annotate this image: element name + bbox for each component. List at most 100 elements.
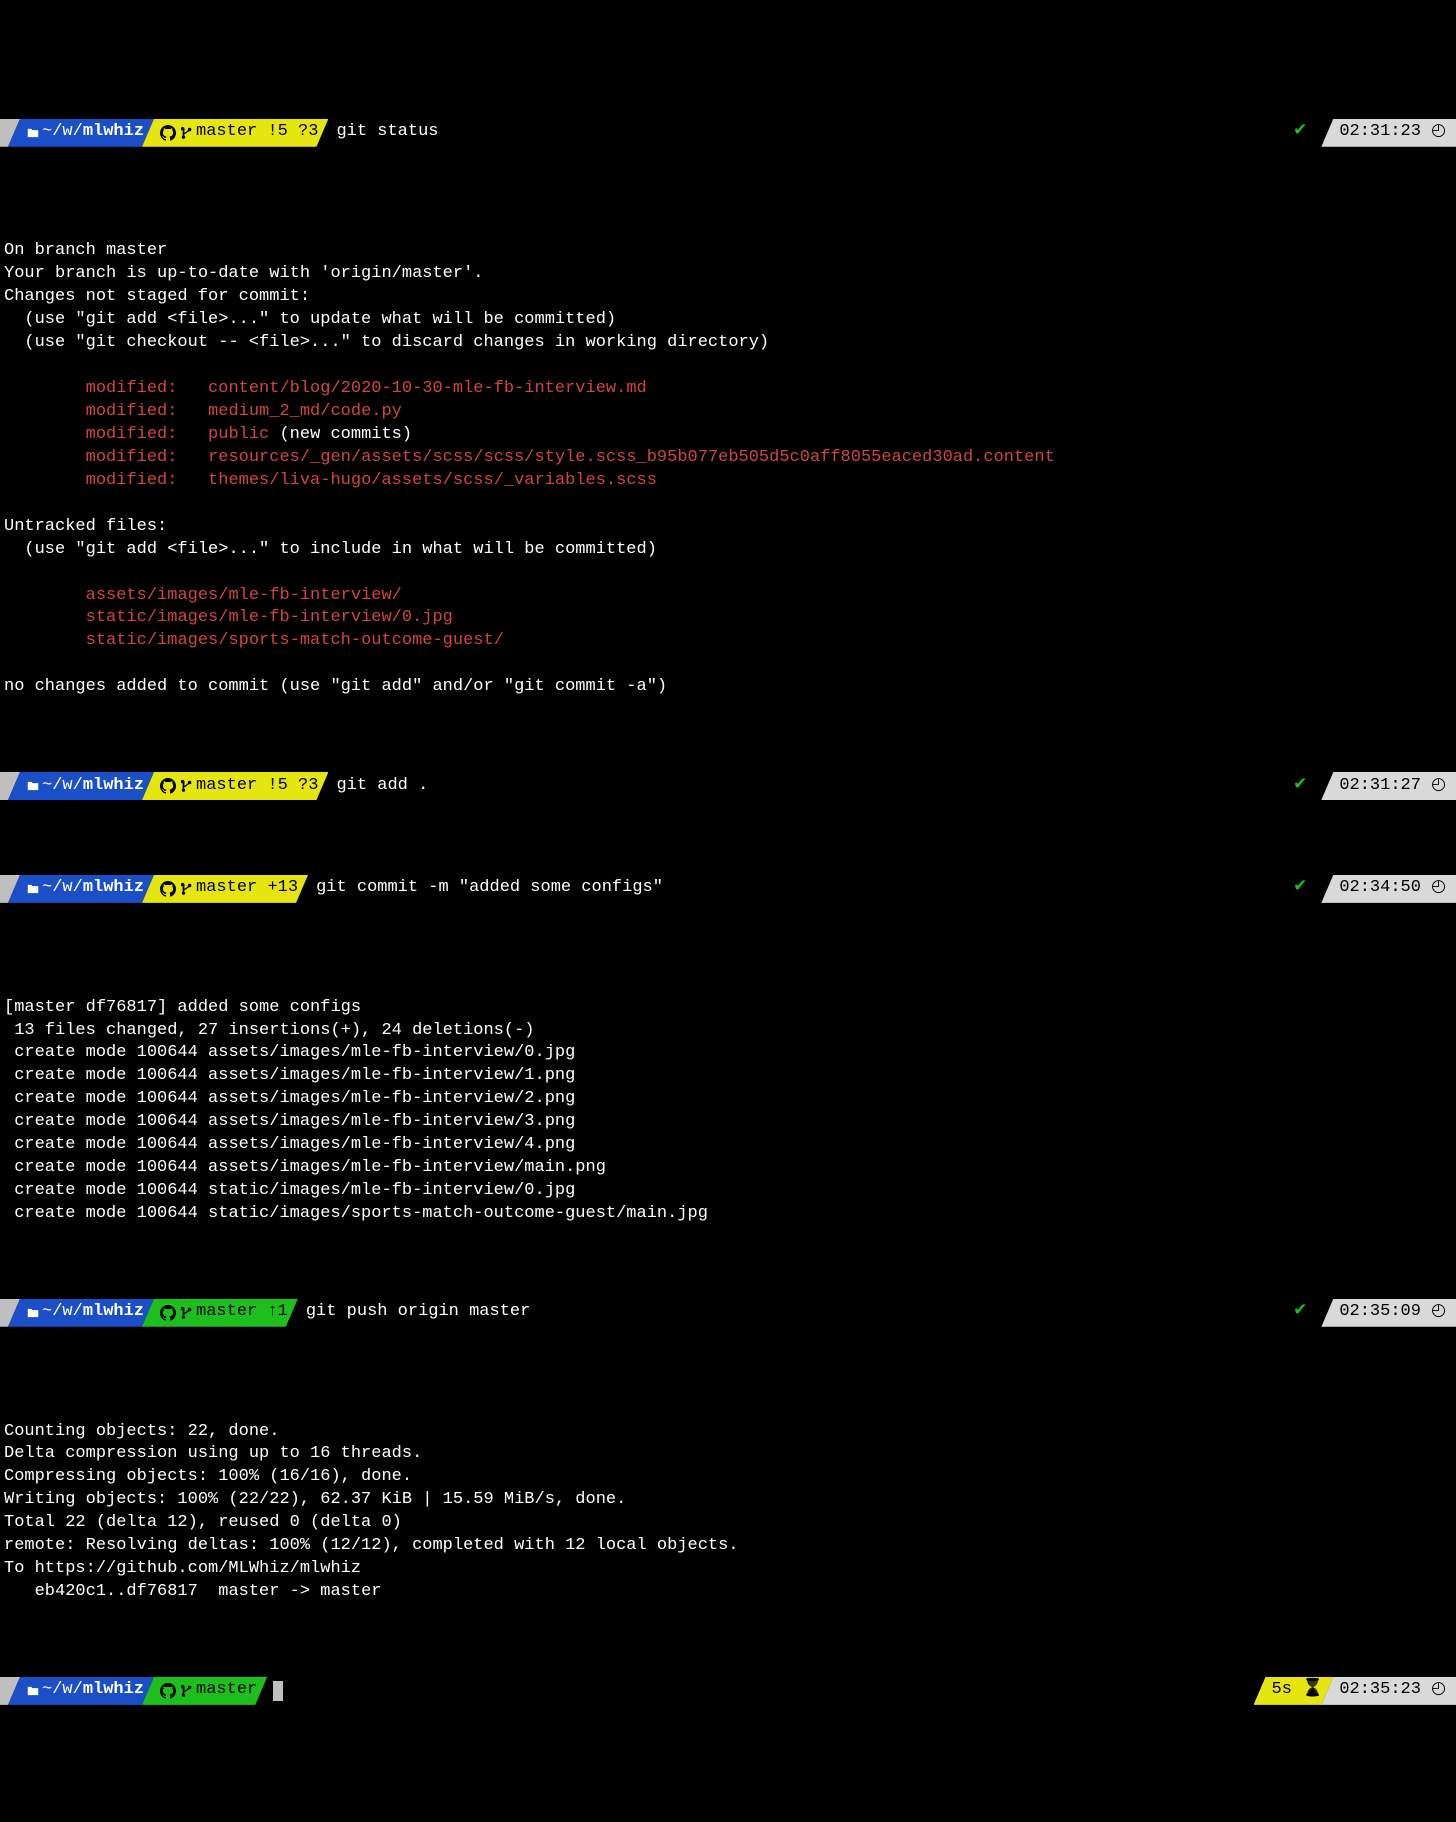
modified-file: modified: themes/liva-hugo/assets/scss/_… [4,471,657,490]
prompt-line-4: ~/w/mlwhiz master ↑1 git push origin mas… [0,1299,1456,1327]
push-line: To https://github.com/MLWhiz/mlwhiz [4,1559,361,1578]
create-mode: create mode 100644 assets/images/mle-fb-… [4,1158,606,1177]
git-push-output: Counting objects: 22, done. Delta compre… [0,1398,1456,1604]
prompt-line-2: ~/w/mlwhiz master !5 ?3 git add . ✔ 02:3… [0,772,1456,800]
path-prefix: ~/w/ [42,877,83,900]
status-footer: no changes added to commit (use "git add… [4,677,667,696]
push-line: Total 22 (delta 12), reused 0 (delta 0) [4,1513,402,1532]
push-line: remote: Resolving deltas: 100% (12/12), … [4,1536,739,1555]
modified-note: (new commits) [269,425,412,444]
untracked-file: static/images/sports-match-outcome-guest… [4,631,504,650]
duration-text: 5s [1272,1679,1292,1702]
commit-summary: [master df76817] added some configs [4,998,361,1017]
github-icon [160,778,176,794]
push-line: Delta compression using up to 16 threads… [4,1444,422,1463]
push-line: eb420c1..df76817 master -> master [4,1582,381,1601]
create-mode: create mode 100644 static/images/sports-… [4,1204,708,1223]
duration-segment: 5s [1254,1677,1334,1705]
branch-segment: master !5 ?3 [142,772,328,800]
untracked-file: assets/images/mle-fb-interview/ [4,586,402,605]
command-text[interactable]: git status [336,121,438,144]
check-icon: ✔ [1293,775,1307,798]
prompt-line-5: ~/w/mlwhiz master 5s 02:35:23 [0,1677,1456,1705]
status-branch: On branch master [4,241,167,260]
path-segment: ~/w/mlwhiz [8,875,154,903]
github-icon [160,881,176,897]
github-icon [160,125,176,141]
time-segment: 02:31:23 [1321,119,1456,147]
create-mode: create mode 100644 assets/images/mle-fb-… [4,1112,575,1131]
push-line: Compressing objects: 100% (16/16), done. [4,1467,412,1486]
cursor[interactable] [273,1681,283,1701]
folder-icon [26,778,40,794]
path-prefix: ~/w/ [42,1301,83,1324]
github-icon [160,1683,176,1699]
command-text[interactable]: git push origin master [306,1301,530,1324]
folder-icon [26,1305,40,1321]
path-segment: ~/w/mlwhiz [8,1677,154,1705]
modified-file: modified: resources/_gen/assets/scss/scs… [4,448,1055,467]
timestamp: 02:34:50 [1339,877,1421,900]
status-uptodate: Your branch is up-to-date with 'origin/m… [4,264,483,283]
command-text[interactable]: git commit -m "added some configs" [316,877,663,900]
push-line: Writing objects: 100% (22/22), 62.37 KiB… [4,1490,626,1509]
timestamp: 02:31:23 [1339,121,1421,144]
timestamp: 02:35:23 [1339,1679,1421,1702]
modified-file: modified: medium_2_md/code.py [4,402,402,421]
path-name: mlwhiz [83,1301,144,1324]
prompt-line-1: ~/w/mlwhiz master !5 ?3 git status ✔ 02:… [0,119,1456,147]
path-prefix: ~/w/ [42,121,83,144]
branch-icon [180,778,194,794]
timestamp: 02:35:09 [1339,1301,1421,1324]
folder-icon [26,1683,40,1699]
path-prefix: ~/w/ [42,1679,83,1702]
branch-text: master !5 ?3 [196,775,318,798]
commit-stats: 13 files changed, 27 insertions(+), 24 d… [4,1021,535,1040]
create-mode: create mode 100644 assets/images/mle-fb-… [4,1043,575,1062]
time-segment: 02:35:09 [1321,1299,1456,1327]
branch-segment: master +13 [142,875,308,903]
branch-icon [180,1683,194,1699]
untracked-file: static/images/mle-fb-interview/0.jpg [4,608,453,627]
command-text[interactable]: git add . [336,775,428,798]
time-segment: 02:35:23 [1321,1677,1456,1705]
status-changes-hdr: Changes not staged for commit: [4,287,310,306]
path-prefix: ~/w/ [42,775,83,798]
check-icon: ✔ [1293,1301,1307,1324]
branch-icon [180,1305,194,1321]
branch-icon [180,125,194,141]
github-icon [160,1305,176,1321]
git-status-output: On branch master Your branch is up-to-da… [0,218,1456,700]
branch-text: master [196,1679,257,1702]
path-name: mlwhiz [83,877,144,900]
branch-text: master ↑1 [196,1301,288,1324]
git-commit-output: [master df76817] added some configs 13 f… [0,974,1456,1226]
create-mode: create mode 100644 assets/images/mle-fb-… [4,1135,575,1154]
check-icon: ✔ [1293,121,1307,144]
untracked-hdr: Untracked files: [4,517,167,536]
timestamp: 02:31:27 [1339,775,1421,798]
time-segment: 02:34:50 [1321,875,1456,903]
time-segment: 02:31:27 [1321,772,1456,800]
create-mode: create mode 100644 assets/images/mle-fb-… [4,1089,575,1108]
create-mode: create mode 100644 static/images/mle-fb-… [4,1181,575,1200]
path-segment: ~/w/mlwhiz [8,119,154,147]
path-name: mlwhiz [83,1679,144,1702]
create-mode: create mode 100644 assets/images/mle-fb-… [4,1066,575,1085]
folder-icon [26,881,40,897]
modified-file: modified: public [4,425,269,444]
path-segment: ~/w/mlwhiz [8,1299,154,1327]
branch-segment: master !5 ?3 [142,119,328,147]
path-segment: ~/w/mlwhiz [8,772,154,800]
branch-segment: master ↑1 [142,1299,298,1327]
path-name: mlwhiz [83,775,144,798]
status-hint-checkout: (use "git checkout -- <file>..." to disc… [4,333,769,352]
untracked-hint: (use "git add <file>..." to include in w… [4,540,657,559]
folder-icon [26,125,40,141]
push-line: Counting objects: 22, done. [4,1422,279,1441]
prompt-line-3: ~/w/mlwhiz master +13 git commit -m "add… [0,875,1456,903]
branch-text: master !5 ?3 [196,121,318,144]
status-hint-add: (use "git add <file>..." to update what … [4,310,616,329]
branch-text: master +13 [196,877,298,900]
branch-icon [180,881,194,897]
